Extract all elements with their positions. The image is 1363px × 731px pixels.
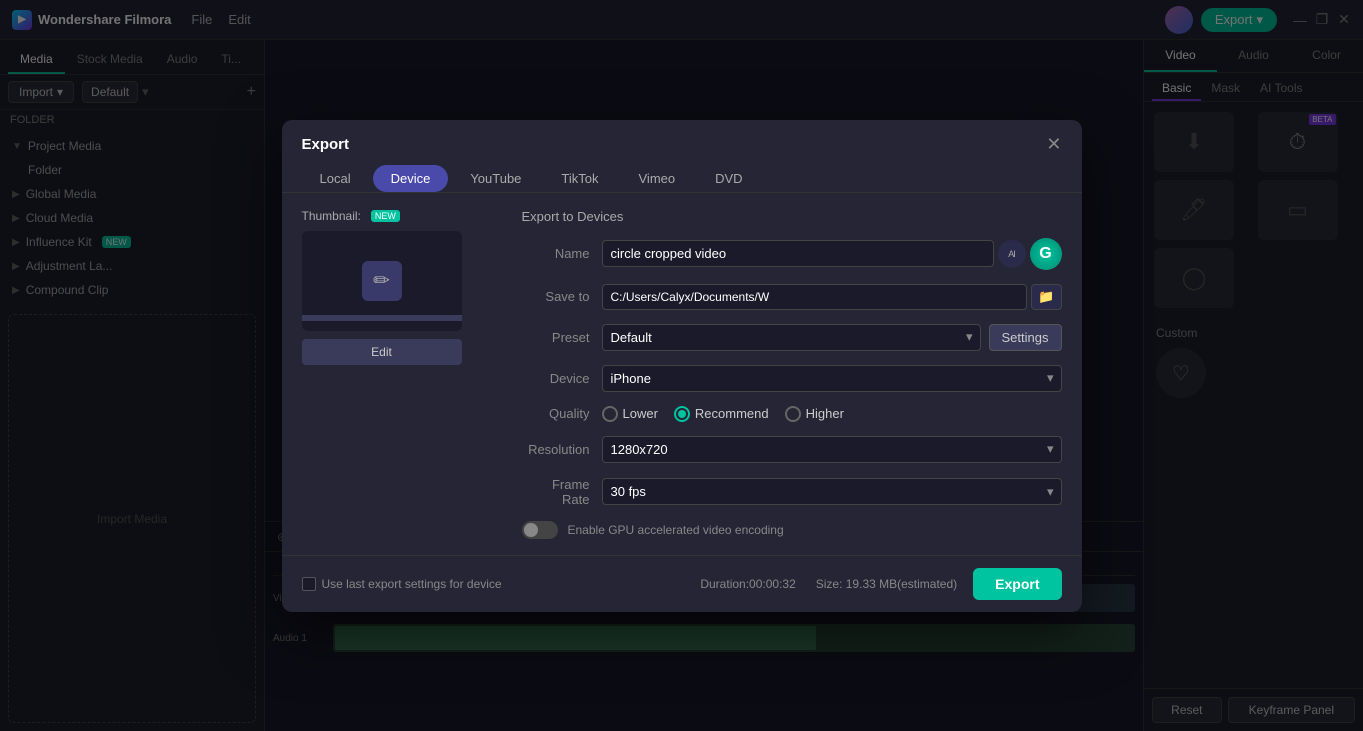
name-label: Name (522, 246, 602, 261)
name-row: Name AI G (522, 238, 1062, 270)
resolution-select-wrapper: 1280x720 (602, 436, 1062, 463)
preset-select[interactable]: Default (602, 324, 981, 351)
thumbnail-pencil-icon: ✏ (362, 261, 402, 301)
thumbnail-section: Thumbnail: NEW ✏ Edit (302, 209, 502, 539)
lower-radio[interactable] (602, 406, 618, 422)
size-label: Size: 19.33 MB(estimated) (816, 577, 957, 591)
path-row: 📁 (602, 284, 1062, 310)
thumbnail-new-badge: NEW (371, 210, 400, 222)
export-modal: Export ✕ Local Device YouTube TikTok Vim… (282, 120, 1082, 612)
grammarly-icon[interactable]: G (1030, 238, 1062, 270)
folder-browse-button[interactable]: 📁 (1031, 284, 1061, 310)
save-to-label: Save to (522, 289, 602, 304)
modal-tabs: Local Device YouTube TikTok Vimeo DVD (282, 155, 1082, 193)
tab-tiktok[interactable]: TikTok (543, 165, 616, 192)
quality-row: Quality Lower Recommend (522, 406, 1062, 422)
recommend-radio[interactable] (674, 406, 690, 422)
thumbnail-label-row: Thumbnail: NEW (302, 209, 502, 223)
quality-options: Lower Recommend Higher (602, 406, 844, 422)
frame-rate-select[interactable]: 30 fps (602, 478, 1062, 505)
tab-vimeo[interactable]: Vimeo (621, 165, 694, 192)
preset-label: Preset (522, 330, 602, 345)
quality-label: Quality (522, 406, 602, 421)
save-path-input[interactable] (602, 284, 1028, 310)
last-settings-checkbox[interactable] (302, 577, 316, 591)
quality-recommend[interactable]: Recommend (674, 406, 769, 422)
device-select-wrapper: iPhone (602, 365, 1062, 392)
settings-button[interactable]: Settings (989, 324, 1062, 351)
device-select[interactable]: iPhone (602, 365, 1062, 392)
modal-close-button[interactable]: ✕ (1046, 134, 1061, 155)
device-label: Device (522, 371, 602, 386)
export-form: Export to Devices Name AI G Save to 📁 (522, 209, 1062, 539)
modal-title: Export (302, 136, 350, 153)
resolution-label: Resolution (522, 442, 602, 457)
toggle-knob (524, 523, 538, 537)
modal-body: Thumbnail: NEW ✏ Edit Export to Devices … (282, 193, 1082, 555)
duration-label: Duration:00:00:32 (700, 577, 795, 591)
thumbnail-label-text: Thumbnail: (302, 209, 361, 223)
quality-higher[interactable]: Higher (785, 406, 844, 422)
device-row: Device iPhone (522, 365, 1062, 392)
quality-lower[interactable]: Lower (602, 406, 658, 422)
tab-local[interactable]: Local (302, 165, 369, 192)
frame-rate-select-wrapper: 30 fps (602, 478, 1062, 505)
preset-select-wrapper: Default (602, 324, 981, 351)
last-settings-label: Use last export settings for device (322, 577, 502, 591)
save-to-row: Save to 📁 (522, 284, 1062, 310)
higher-radio[interactable] (785, 406, 801, 422)
recommend-label: Recommend (695, 406, 769, 421)
resolution-row: Resolution 1280x720 (522, 436, 1062, 463)
name-input[interactable] (602, 240, 994, 267)
last-settings-checkbox-row[interactable]: Use last export settings for device (302, 577, 502, 591)
gpu-toggle[interactable] (522, 521, 558, 539)
modal-overlay: Export ✕ Local Device YouTube TikTok Vim… (0, 0, 1363, 731)
tab-dvd[interactable]: DVD (697, 165, 760, 192)
recommend-dot (678, 410, 686, 418)
thumbnail-bar (302, 315, 462, 321)
gpu-label: Enable GPU accelerated video encoding (568, 523, 784, 537)
tab-youtube[interactable]: YouTube (452, 165, 539, 192)
frame-rate-label: Frame Rate (522, 477, 602, 507)
ai-icon[interactable]: AI (998, 240, 1026, 268)
resolution-select[interactable]: 1280x720 (602, 436, 1062, 463)
thumbnail-box: ✏ (302, 231, 462, 331)
export-final-button[interactable]: Export (973, 568, 1061, 600)
gpu-row: Enable GPU accelerated video encoding (522, 521, 1062, 539)
frame-rate-row: Frame Rate 30 fps (522, 477, 1062, 507)
modal-footer: Use last export settings for device Dura… (282, 555, 1082, 612)
higher-label: Higher (806, 406, 844, 421)
app-shell: ▶ Wondershare Filmora File Edit Export ▾… (0, 0, 1363, 731)
edit-thumbnail-button[interactable]: Edit (302, 339, 462, 365)
modal-header: Export ✕ (282, 120, 1082, 155)
tab-device[interactable]: Device (373, 165, 449, 192)
lower-label: Lower (623, 406, 658, 421)
footer-info: Duration:00:00:32 Size: 19.33 MB(estimat… (700, 577, 957, 591)
export-to-label: Export to Devices (522, 209, 1062, 224)
preset-row: Preset Default Settings (522, 324, 1062, 351)
